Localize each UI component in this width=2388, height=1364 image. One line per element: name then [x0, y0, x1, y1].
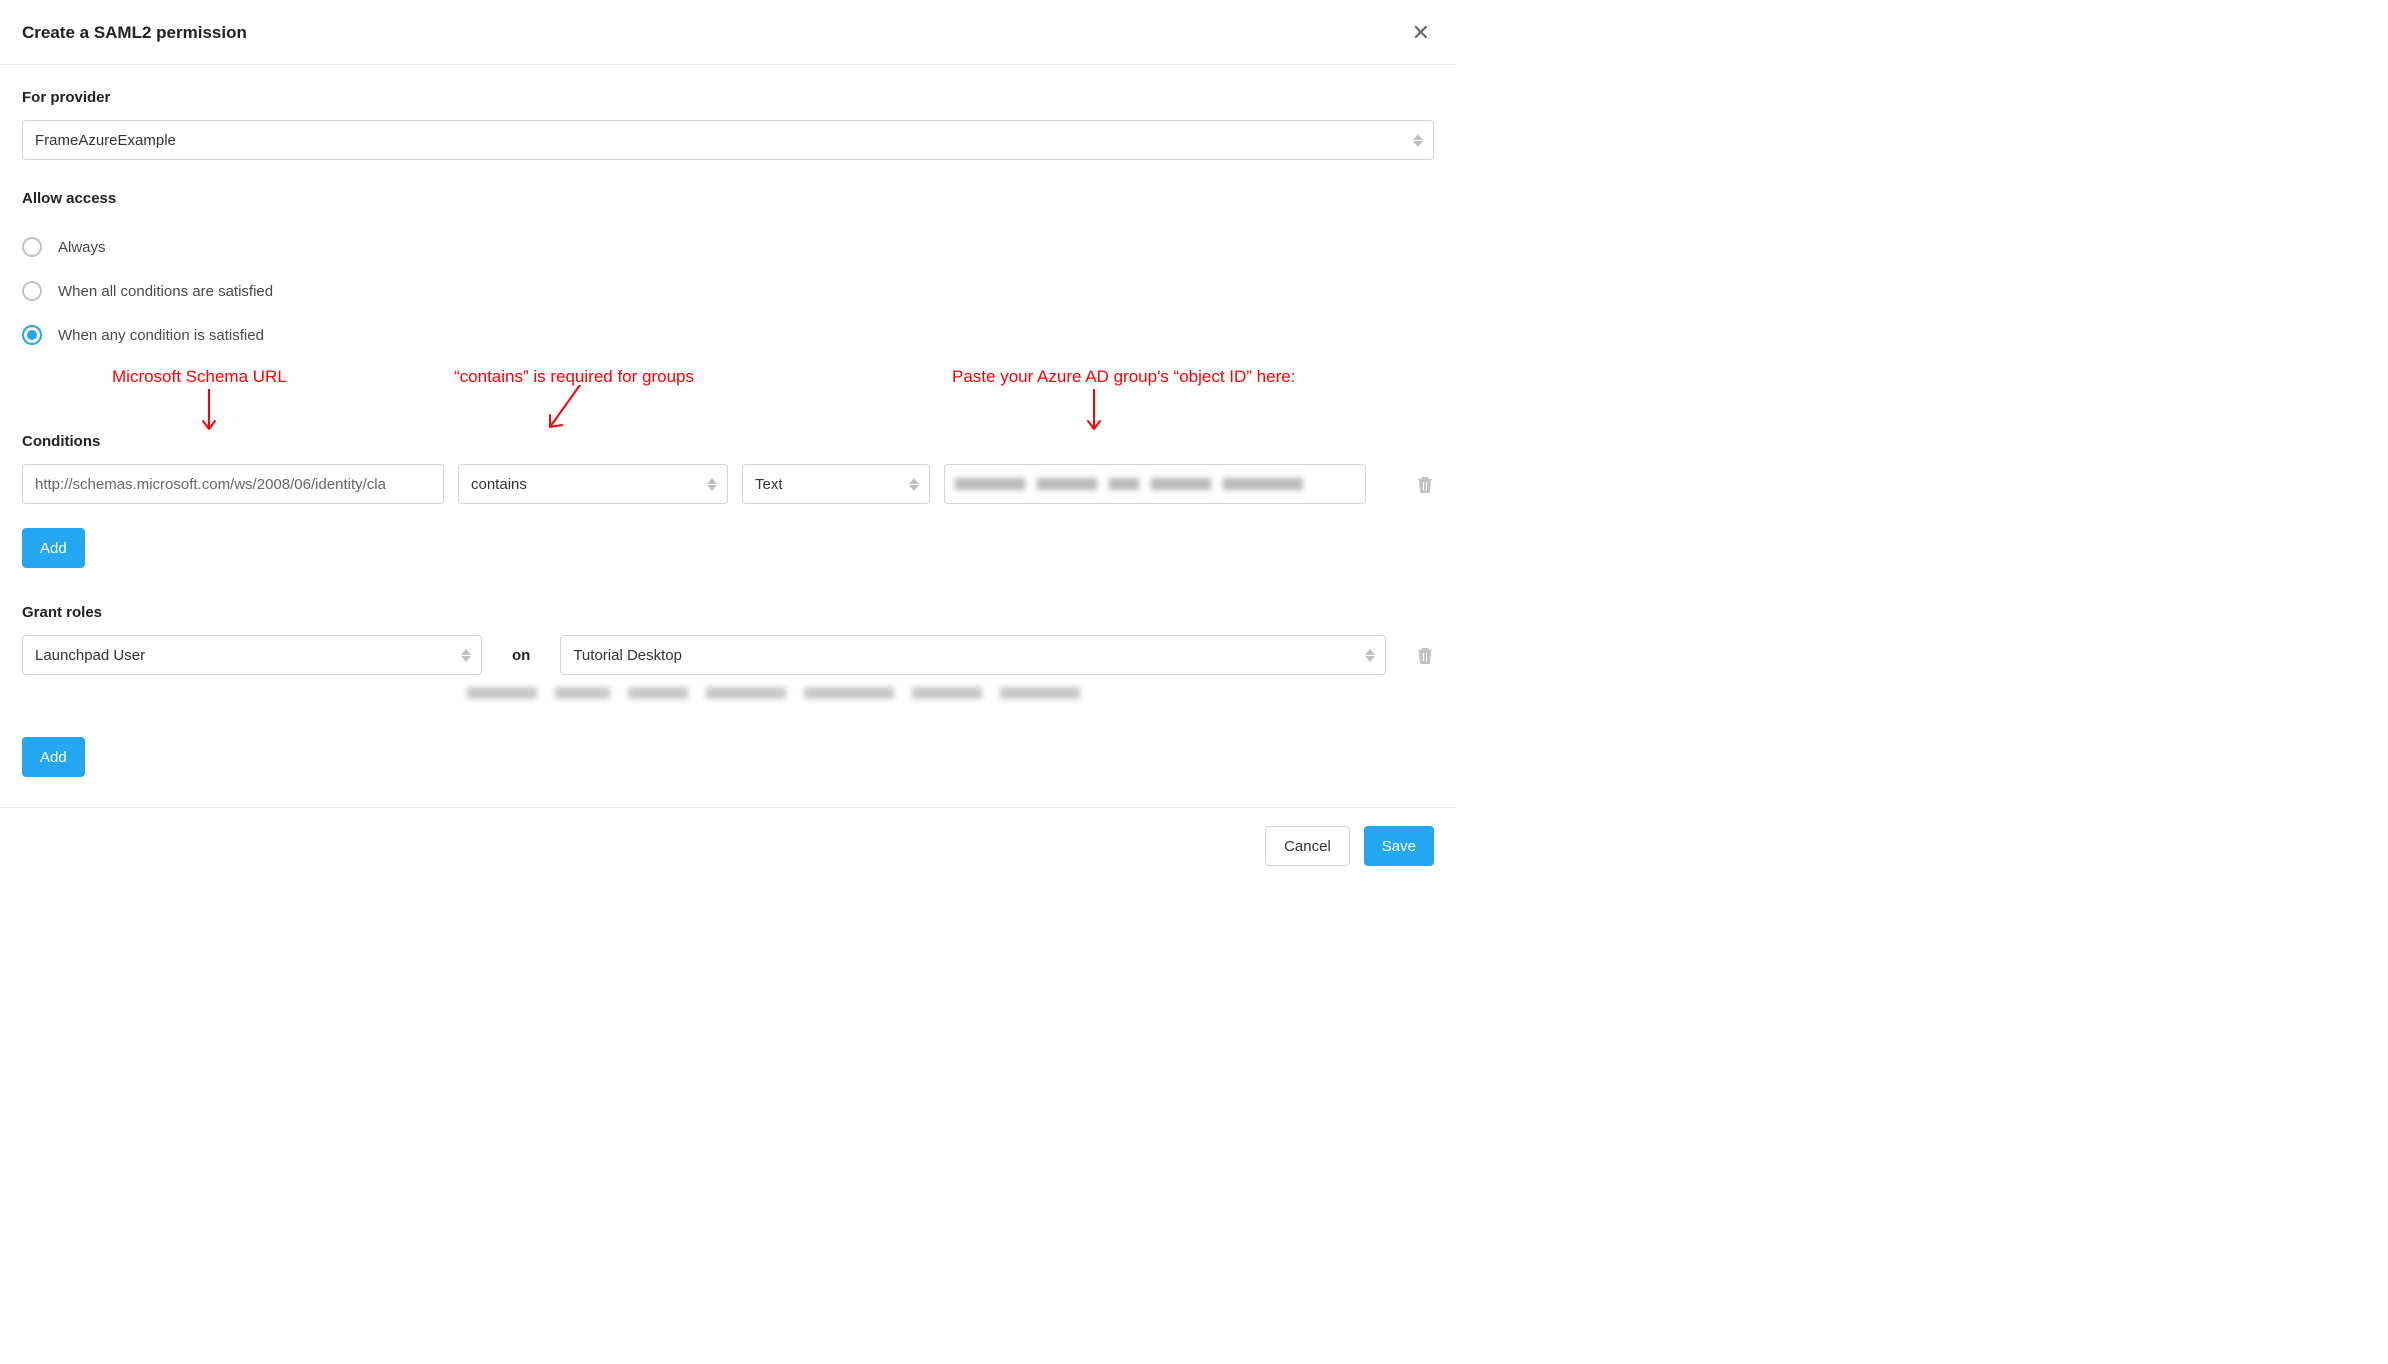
chevron-sort-icon — [707, 476, 717, 492]
on-text: on — [512, 647, 530, 664]
trash-icon — [1417, 646, 1433, 664]
modal-body: For provider FrameAzureExample Allow acc… — [0, 65, 1456, 807]
select-value: Launchpad User — [35, 647, 145, 664]
chevron-sort-icon — [461, 647, 471, 663]
provider-select[interactable]: FrameAzureExample — [22, 120, 1434, 160]
conditions-row: contains Text — [22, 464, 1434, 504]
annotation-objectid: Paste your Azure AD group's “object ID” … — [952, 367, 1295, 387]
modal-footer: Cancel Save — [0, 807, 1456, 884]
role-select[interactable]: Launchpad User — [22, 635, 482, 675]
access-option-always[interactable]: Always — [22, 237, 1434, 257]
radio-icon — [22, 325, 42, 345]
modal-header: Create a SAML2 permission ✕ — [0, 0, 1456, 65]
select-value: contains — [471, 476, 527, 493]
radio-label: When all conditions are satisfied — [58, 283, 273, 300]
radio-label: Always — [58, 239, 106, 256]
radio-label: When any condition is satisfied — [58, 327, 264, 344]
roles-row: Launchpad User on Tutorial Desktop — [22, 635, 1434, 675]
redacted-content — [955, 478, 1303, 490]
button-label: Save — [1382, 838, 1416, 855]
annotation-schema: Microsoft Schema URL — [112, 367, 287, 387]
role-target-select[interactable]: Tutorial Desktop — [560, 635, 1386, 675]
provider-label: For provider — [22, 89, 1434, 106]
annotation-row: Microsoft Schema URL “contains” is requi… — [22, 367, 1434, 439]
save-button[interactable]: Save — [1364, 826, 1434, 866]
provider-select-value: FrameAzureExample — [35, 132, 176, 149]
delete-role-button[interactable] — [1416, 645, 1434, 665]
trash-icon — [1417, 475, 1433, 493]
button-label: Add — [40, 749, 67, 766]
chevron-sort-icon — [909, 476, 919, 492]
access-option-any-condition[interactable]: When any condition is satisfied — [22, 325, 1434, 345]
chevron-sort-icon — [1365, 647, 1375, 663]
modal-title: Create a SAML2 permission — [22, 23, 247, 43]
condition-type-select[interactable]: Text — [742, 464, 930, 504]
add-role-button[interactable]: Add — [22, 737, 85, 777]
button-label: Cancel — [1284, 838, 1331, 855]
condition-value-input[interactable] — [944, 464, 1366, 504]
select-value: Text — [755, 476, 783, 493]
add-condition-button[interactable]: Add — [22, 528, 85, 568]
select-value: Tutorial Desktop — [573, 647, 682, 664]
access-radio-group: Allow access Always When all conditions … — [22, 190, 1434, 345]
annotation-contains: “contains” is required for groups — [454, 367, 694, 387]
delete-condition-button[interactable] — [1416, 474, 1434, 494]
condition-claim-input[interactable] — [22, 464, 444, 504]
close-button[interactable]: ✕ — [1408, 18, 1434, 48]
arrow-icon — [200, 389, 218, 437]
button-label: Add — [40, 540, 67, 557]
cancel-button[interactable]: Cancel — [1265, 826, 1350, 866]
redacted-content — [22, 687, 1434, 707]
arrow-icon — [544, 385, 584, 431]
access-label: Allow access — [22, 190, 1434, 207]
chevron-sort-icon — [1413, 132, 1423, 148]
access-option-all-conditions[interactable]: When all conditions are satisfied — [22, 281, 1434, 301]
arrow-icon — [1085, 389, 1103, 437]
radio-icon — [22, 237, 42, 257]
roles-label: Grant roles — [22, 604, 1434, 621]
close-icon: ✕ — [1412, 20, 1430, 45]
condition-operator-select[interactable]: contains — [458, 464, 728, 504]
radio-icon — [22, 281, 42, 301]
